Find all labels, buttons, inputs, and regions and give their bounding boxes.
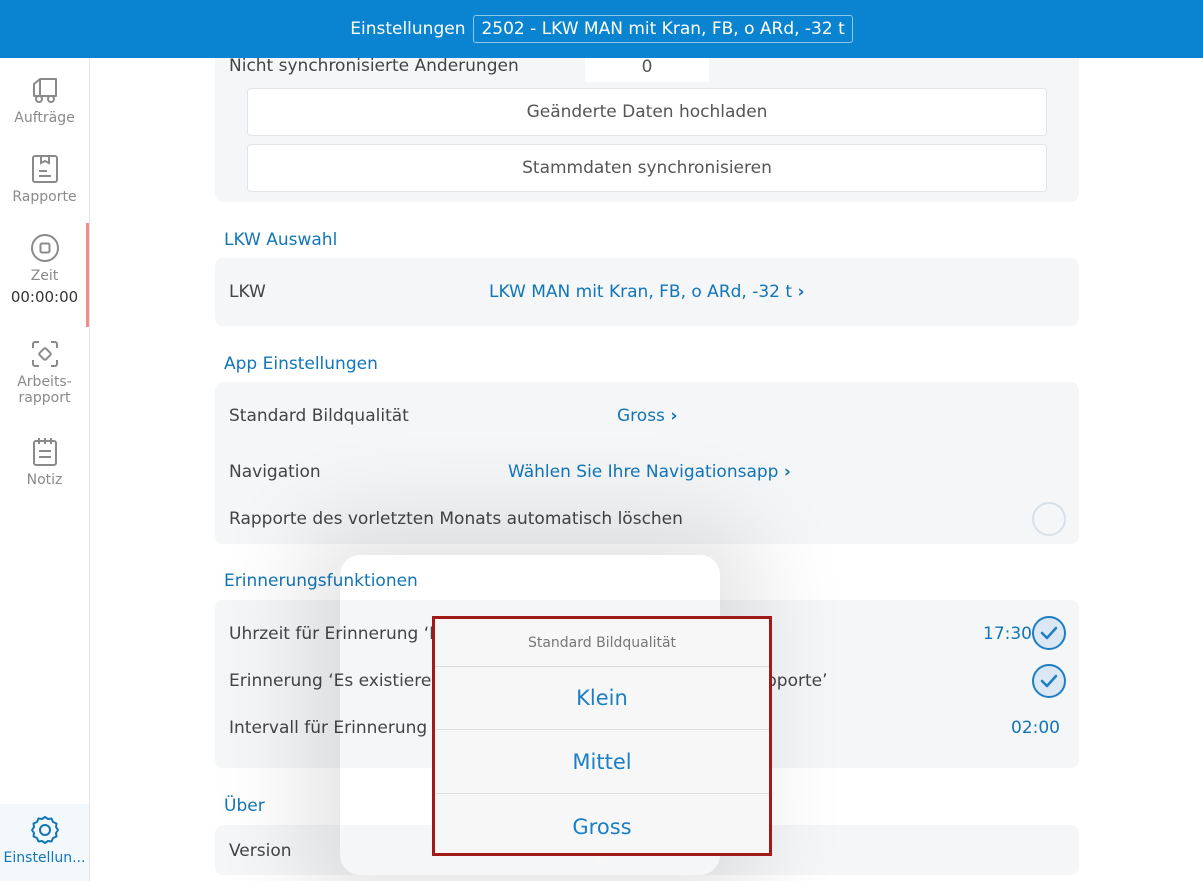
chevron-right-icon: › [783, 462, 791, 482]
sidebar-item-label: Aufträge [14, 110, 75, 126]
timer-value: 00:00:00 [10, 288, 79, 306]
sidebar-item-label: Notiz [26, 472, 63, 488]
pending-changes-label: Nicht synchronisierte Änderungen [229, 58, 519, 76]
section-title-app: App Einstellungen [224, 354, 378, 374]
gear-icon [30, 816, 59, 844]
sidebar-item-label: Rapporte [12, 189, 77, 205]
auto-delete-toggle[interactable] [1032, 502, 1066, 536]
sidebar-item-einstellungen[interactable]: Einstellun... [0, 804, 89, 881]
sidebar: Aufträge Rapporte Zeit 00:00:00 Arbeits-… [0, 58, 90, 881]
active-timer-indicator [86, 223, 89, 327]
chevron-right-icon: › [797, 282, 805, 302]
image-quality-popover: Standard Bildqualität Klein Mittel Gross [432, 616, 772, 856]
truck-icon [32, 78, 57, 103]
version-label: Version [229, 841, 292, 861]
note-icon [32, 438, 57, 466]
upload-changes-button[interactable]: Geänderte Daten hochladen [247, 88, 1047, 136]
option-gross[interactable]: Gross [435, 795, 769, 858]
reminder-interval-value[interactable]: 02:00 [1011, 718, 1060, 738]
reminder-exists-label-tail: pporte’ [766, 671, 828, 691]
check-icon [1040, 626, 1058, 640]
top-bar: Einstellungen 2502 - LKW MAN mit Kran, F… [0, 0, 1203, 58]
truck-selector[interactable]: LKW MAN mit Kran, FB, o ARd, -32 t › [489, 282, 804, 302]
page-title: Einstellungen [350, 19, 466, 39]
image-quality-selector[interactable]: Gross › [617, 406, 677, 426]
navigation-value: Wählen Sie Ihre Navigationsapp [508, 462, 779, 482]
image-quality-label: Standard Bildqualität [229, 406, 409, 426]
navigation-selector[interactable]: Wählen Sie Ihre Navigationsapp › [508, 462, 791, 482]
work-report-icon [31, 341, 58, 367]
truck-value: LKW MAN mit Kran, FB, o ARd, -32 t [489, 282, 793, 302]
sidebar-item-rapporte[interactable]: Rapporte [0, 153, 89, 205]
section-title-lkw: LKW Auswahl [224, 230, 338, 250]
auto-delete-label: Rapporte des vorletzten Monats automatis… [229, 509, 683, 529]
reminder-exists-toggle[interactable] [1032, 664, 1066, 698]
pending-changes-count: 0 [585, 58, 709, 82]
section-title-about: Über [224, 796, 265, 816]
stop-icon [30, 234, 59, 262]
popover-title: Standard Bildqualität [435, 619, 769, 667]
sync-card: Nicht synchronisierte Änderungen 0 Geänd… [215, 58, 1079, 202]
sidebar-item-label: Einstellun... [3, 850, 86, 866]
option-mittel[interactable]: Mittel [435, 731, 769, 794]
truck-label: LKW [229, 282, 266, 302]
reminder-time-value[interactable]: 17:30 [983, 624, 1032, 644]
reminder-time-toggle[interactable] [1032, 616, 1066, 650]
sync-master-data-button[interactable]: Stammdaten synchronisieren [247, 144, 1047, 192]
sidebar-item-arbeitsrapport[interactable]: Arbeits- rapport [0, 338, 89, 406]
sidebar-item-notiz[interactable]: Notiz [0, 436, 89, 488]
option-klein[interactable]: Klein [435, 667, 769, 730]
popover-arrow [593, 856, 611, 866]
app-settings-card: Standard Bildqualität Gross › Navigation… [215, 382, 1079, 544]
report-icon [31, 155, 58, 183]
check-icon [1040, 674, 1058, 688]
sidebar-item-auftraege[interactable]: Aufträge [0, 74, 89, 126]
sidebar-item-zeit[interactable]: Zeit 00:00:00 [0, 232, 89, 306]
image-quality-value: Gross [617, 406, 665, 426]
navigation-label: Navigation [229, 462, 321, 482]
truck-card: LKW LKW MAN mit Kran, FB, o ARd, -32 t › [215, 258, 1079, 326]
sidebar-item-label: Zeit [30, 268, 59, 284]
chevron-right-icon: › [670, 406, 678, 426]
vehicle-badge[interactable]: 2502 - LKW MAN mit Kran, FB, o ARd, -32 … [473, 15, 853, 43]
sidebar-item-label: Arbeits- rapport [17, 374, 72, 406]
